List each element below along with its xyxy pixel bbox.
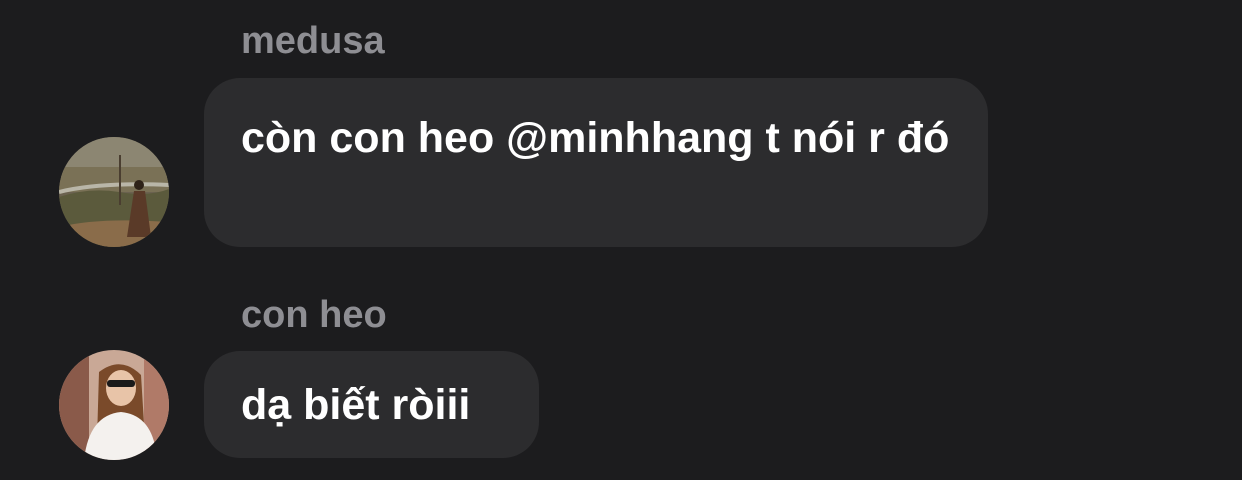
sender-name: medusa bbox=[241, 20, 385, 62]
message-bubble[interactable]: dạ biết ròiii bbox=[204, 351, 539, 458]
user-photo-landscape-icon[interactable] bbox=[59, 137, 169, 247]
chat-thread: medusa còn con heo @minhhang t nói r đó … bbox=[0, 0, 1242, 480]
message-bubble[interactable]: còn con heo @minhhang t nói r đó bbox=[204, 78, 988, 247]
message-text: còn con heo @minhhang t nói r đó bbox=[241, 114, 950, 162]
sender-name: con heo bbox=[241, 294, 387, 336]
message-text: dạ biết ròiii bbox=[241, 381, 471, 429]
user-photo-portrait-icon[interactable] bbox=[59, 350, 169, 460]
